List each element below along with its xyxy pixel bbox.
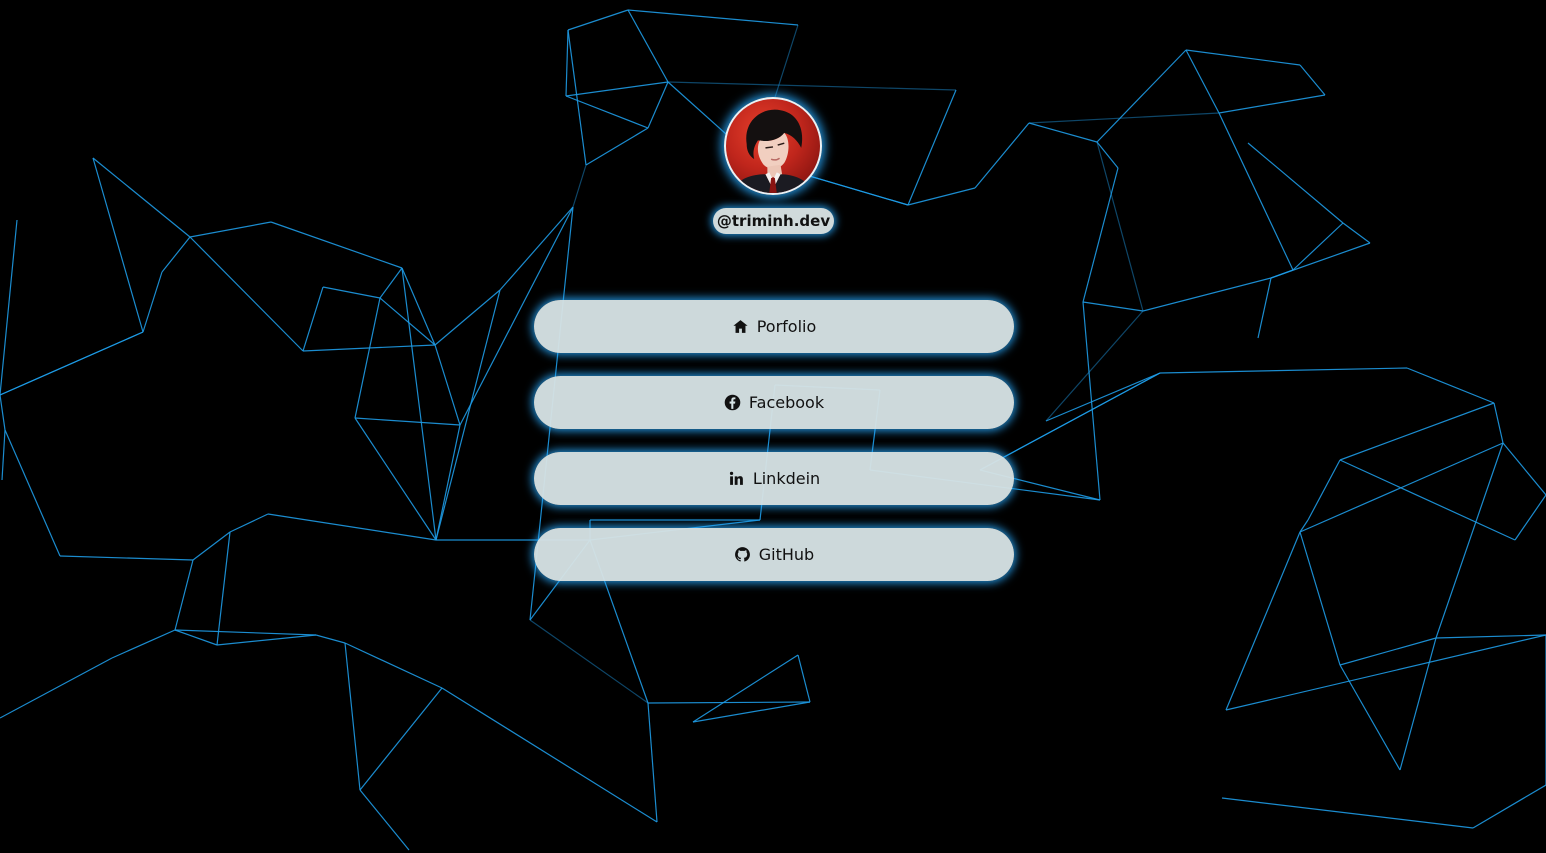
avatar	[724, 97, 822, 195]
github-link-button[interactable]: GitHub	[534, 528, 1014, 581]
facebook-icon	[724, 394, 741, 411]
profile-photo	[731, 109, 815, 193]
link-label: GitHub	[758, 545, 815, 564]
profile-handle: @triminh.dev	[713, 208, 834, 234]
facebook-link-button[interactable]: Facebook	[534, 376, 1014, 429]
link-label: Facebook	[748, 393, 825, 412]
link-list: Porfolio Facebook Linkdein GitHub	[534, 300, 1014, 604]
link-page: @triminh.dev Porfolio Facebook Linkdein …	[0, 0, 1546, 853]
github-icon	[734, 546, 751, 563]
linkedin-link-button[interactable]: Linkdein	[534, 452, 1014, 505]
home-icon	[732, 318, 749, 335]
linkedin-icon	[728, 470, 745, 487]
link-label: Linkdein	[752, 469, 821, 488]
link-label: Porfolio	[756, 317, 817, 336]
portfolio-link-button[interactable]: Porfolio	[534, 300, 1014, 353]
